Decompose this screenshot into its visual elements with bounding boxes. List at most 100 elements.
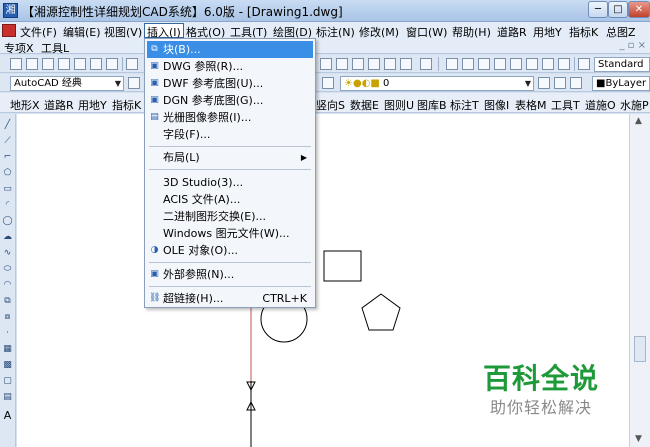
arc-icon[interactable]: ◜ — [2, 200, 13, 211]
mdi-window-buttons[interactable]: _ ▫ × — [619, 40, 646, 51]
menu-road[interactable]: 道路R — [497, 24, 527, 40]
polyline-icon[interactable]: ⌐ — [2, 152, 13, 163]
layer-previous-icon[interactable] — [554, 77, 566, 89]
menu-item-hyperlink[interactable]: ⛓ 超链接(H)... CTRL+K — [147, 290, 313, 307]
menu-item-raster-image[interactable]: ▤ 光栅图像参照(I)... — [147, 109, 313, 126]
text-icon-1[interactable] — [446, 58, 458, 70]
menu-item-dwg-ref[interactable]: ▣ DWG 参照(R)... — [147, 58, 313, 75]
properties-icon[interactable] — [336, 58, 348, 70]
text-style-combo[interactable]: Standard — [594, 57, 650, 72]
close-button[interactable]: ✕ — [628, 1, 650, 18]
toolbar3-image[interactable]: 图像I — [484, 97, 509, 113]
menu-index[interactable]: 指标K — [569, 24, 598, 40]
scroll-down-icon[interactable]: ▼ — [635, 434, 642, 444]
layer-states-icon[interactable] — [570, 77, 582, 89]
drawn-rectangle[interactable] — [323, 250, 362, 282]
layer-manager-icon[interactable] — [322, 77, 334, 89]
hatch-icon[interactable]: ▦ — [2, 344, 13, 355]
menu-landuse[interactable]: 用地Y — [533, 24, 562, 40]
line-icon[interactable]: ╱ — [2, 120, 13, 131]
polygon-icon[interactable]: ⬠ — [2, 168, 13, 179]
menu-item-dwf-underlay[interactable]: ▣ DWF 参考底图(U)... — [147, 75, 313, 92]
publish-icon[interactable] — [90, 58, 102, 70]
toolbar3-road[interactable]: 道路R — [44, 97, 74, 113]
sheet-set-icon[interactable] — [384, 58, 396, 70]
match-icon[interactable] — [320, 58, 332, 70]
construction-line-icon[interactable]: ⟋ — [2, 136, 13, 147]
make-current-icon[interactable] — [538, 77, 550, 89]
ellipse-arc-icon[interactable]: ◠ — [2, 280, 13, 291]
markup-icon[interactable] — [400, 58, 412, 70]
menu-general[interactable]: 总图Z — [606, 24, 636, 40]
toolbar3-landuse[interactable]: 用地Y — [78, 97, 107, 113]
text-icon-3[interactable] — [478, 58, 490, 70]
menu-item-xref[interactable]: ▣ 外部参照(N)... — [147, 266, 313, 283]
cut-icon[interactable] — [126, 58, 138, 70]
spline-icon[interactable]: ∿ — [2, 248, 13, 259]
design-center-icon[interactable] — [352, 58, 364, 70]
print-icon[interactable] — [58, 58, 70, 70]
make-block-icon[interactable]: ⧇ — [2, 312, 13, 323]
menu-window[interactable]: 窗口(W) — [406, 24, 447, 40]
maximize-button[interactable]: □ — [608, 1, 628, 18]
toolbar3-data[interactable]: 数据E — [350, 97, 379, 113]
toolbar3-water[interactable]: 水施P — [620, 97, 649, 113]
minimize-button[interactable]: ─ — [588, 1, 608, 18]
new-icon[interactable] — [10, 58, 22, 70]
insert-block-icon[interactable]: ⧉ — [2, 296, 13, 307]
menu-modify[interactable]: 修改(M) — [359, 24, 399, 40]
rectangle-icon[interactable]: ▭ — [2, 184, 13, 195]
menu-item-ole[interactable]: ◑ OLE 对象(O)... — [147, 242, 313, 259]
color-combo[interactable]: ■ByLayer — [592, 76, 650, 91]
menu-item-acis[interactable]: ACIS 文件(A)... — [147, 191, 313, 208]
menu-item-binary-dxf[interactable]: 二进制图形交换(E)... — [147, 208, 313, 225]
layer-combo[interactable]: ☀●◐■ 0 ▼ — [340, 76, 534, 91]
text-icon-8[interactable] — [558, 58, 570, 70]
menu-item-field[interactable]: 字段(F)... — [147, 126, 313, 143]
circle-icon[interactable]: ◯ — [2, 216, 13, 227]
open-icon[interactable] — [26, 58, 38, 70]
drawn-pentagon[interactable] — [361, 293, 401, 331]
menu-item-layout[interactable]: 布局(L) ▶ — [147, 149, 313, 166]
point-icon[interactable]: · — [2, 328, 13, 339]
text-icon-2[interactable] — [462, 58, 474, 70]
plot-icon[interactable] — [106, 58, 118, 70]
workspace-combo[interactable]: AutoCAD 经典 ▼ — [10, 76, 124, 91]
menu-item-wmf[interactable]: Windows 图元文件(W)... — [147, 225, 313, 242]
menu-help[interactable]: 帮助(H) — [452, 24, 491, 40]
menu-insert[interactable]: 插入(I) — [144, 23, 184, 39]
tool-palette-icon[interactable] — [368, 58, 380, 70]
vertical-scrollbar[interactable]: ▲ ▼ — [629, 114, 650, 447]
toolbar3-terrain[interactable]: 地形X — [10, 97, 40, 113]
app-icon[interactable]: 湘 — [3, 3, 18, 18]
table-icon[interactable]: ▤ — [2, 392, 13, 403]
text-icon-7[interactable] — [542, 58, 554, 70]
menu-item-3dstudio[interactable]: 3D Studio(3)... — [147, 174, 313, 191]
toolbar3-plan[interactable]: 图则U — [384, 97, 414, 113]
gradient-icon[interactable]: ▩ — [2, 360, 13, 371]
preview-icon[interactable] — [74, 58, 86, 70]
toolbar3-tools[interactable]: 工具T — [551, 97, 580, 113]
document-icon[interactable] — [2, 24, 16, 37]
help-icon[interactable] — [420, 58, 432, 70]
menu-dimension[interactable]: 标注(N) — [316, 24, 355, 40]
menu-tools-l[interactable]: 工具L — [41, 40, 69, 56]
toolbar3-road-construction[interactable]: 道施O — [585, 97, 616, 113]
toolbar3-index[interactable]: 指标K — [112, 97, 141, 113]
toolbar3-library[interactable]: 图库B — [417, 97, 447, 113]
toolbar3-annotation[interactable]: 标注T — [450, 97, 479, 113]
ellipse-icon[interactable]: ⬭ — [2, 264, 13, 275]
menu-view[interactable]: 视图(V) — [104, 24, 142, 40]
menu-item-block[interactable]: ⧉ 块(B)... — [147, 41, 313, 58]
toolbar3-vertical[interactable]: 竖向S — [316, 97, 345, 113]
text-icon-5[interactable] — [510, 58, 522, 70]
scroll-up-icon[interactable]: ▲ — [635, 116, 642, 126]
region-icon[interactable]: ▢ — [2, 376, 13, 387]
scroll-thumb[interactable] — [634, 336, 646, 362]
revcloud-icon[interactable]: ☁ — [2, 232, 13, 243]
menu-edit[interactable]: 编辑(E) — [63, 24, 101, 40]
text-style-icon[interactable] — [578, 58, 590, 70]
menu-item-dgn-underlay[interactable]: ▣ DGN 参考底图(G)... — [147, 92, 313, 109]
save-icon[interactable] — [42, 58, 54, 70]
menu-file[interactable]: 文件(F) — [20, 24, 57, 40]
